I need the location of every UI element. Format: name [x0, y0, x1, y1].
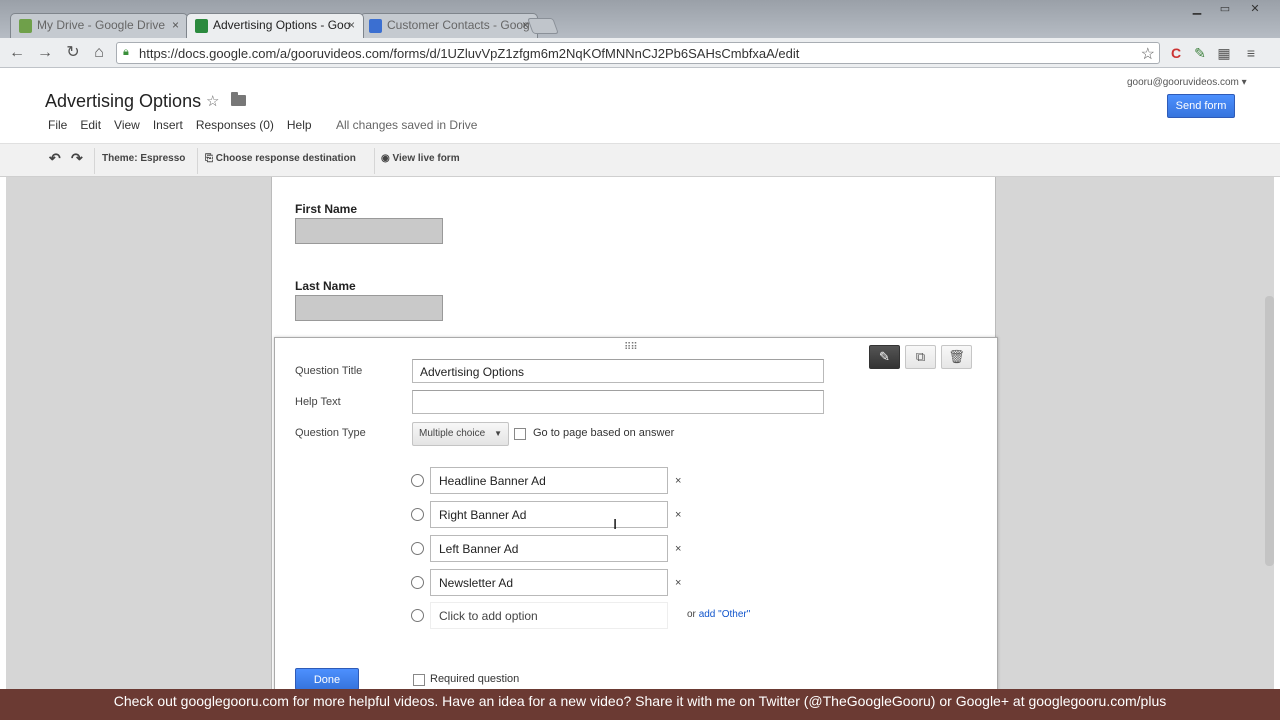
address-bar[interactable]: 🔒︎ https://docs.google.com/a/gooruvideos…: [116, 42, 1160, 64]
destination-icon: ⎘: [205, 153, 216, 164]
star-icon[interactable]: ☆: [206, 92, 219, 110]
undo-icon[interactable]: ↶: [49, 150, 61, 167]
toolbar-divider: [94, 148, 95, 174]
menu-bar: File Edit View Insert Responses (0) Help: [48, 118, 325, 134]
required-label: Required question: [430, 673, 520, 685]
view-live-form-button[interactable]: ◉ View live form: [381, 153, 460, 164]
vertical-scrollbar[interactable]: [1265, 296, 1274, 566]
tab-title: My Drive - Google Drive: [37, 18, 166, 32]
wrench-menu-icon[interactable]: ≡: [1240, 44, 1262, 64]
paint-extension-icon[interactable]: ✎: [1190, 44, 1210, 64]
docs-icon: [369, 19, 382, 33]
option-input[interactable]: Left Banner Ad: [430, 535, 668, 562]
window-close-icon[interactable]: ✕: [1242, 2, 1268, 16]
goto-page-checkbox[interactable]: [514, 428, 526, 440]
save-status: All changes saved in Drive: [336, 118, 478, 132]
maximize-icon[interactable]: ▭: [1212, 2, 1238, 16]
redo-icon[interactable]: ↷: [71, 150, 83, 167]
menu-responses[interactable]: Responses (0): [196, 118, 274, 134]
live-form-icon: ◉: [381, 153, 393, 164]
trash-icon[interactable]: 🗑︎: [941, 345, 972, 369]
question-type-label: Question Type: [295, 427, 366, 439]
duplicate-icon[interactable]: ⧉: [905, 345, 936, 369]
home-icon[interactable]: ⌂: [88, 43, 110, 63]
minimize-icon[interactable]: ▁: [1184, 2, 1210, 16]
toolbar-divider: [197, 148, 198, 174]
done-button[interactable]: Done: [295, 668, 359, 690]
tab-title: Customer Contacts - Goog: [387, 18, 530, 32]
menu-help[interactable]: Help: [287, 118, 312, 134]
url-text: https://docs.google.com/a/gooruvideos.co…: [139, 46, 800, 61]
account-email[interactable]: gooru@gooruvideos.com ▾: [1127, 77, 1247, 88]
close-icon[interactable]: ×: [172, 18, 179, 32]
drive-icon: [19, 19, 32, 33]
text-cursor-icon: I: [613, 516, 618, 533]
send-form-button[interactable]: Send form: [1167, 94, 1235, 118]
remove-option-icon[interactable]: ×: [675, 475, 681, 487]
question-label-last-name: Last Name: [295, 279, 356, 293]
bookmark-star-icon[interactable]: ☆: [1141, 44, 1155, 63]
response-destination-button[interactable]: ⎘ Choose response destination: [205, 153, 356, 164]
answer-preview-first-name[interactable]: [295, 218, 443, 244]
tab-my-drive[interactable]: My Drive - Google Drive ×: [10, 13, 188, 38]
destination-label: Choose response destination: [215, 153, 356, 164]
menu-edit[interactable]: Edit: [80, 118, 101, 134]
add-other-prefix: or: [687, 609, 696, 620]
menu-file[interactable]: File: [48, 118, 67, 134]
tab-title: Advertising Options - Goo: [213, 18, 351, 32]
close-icon[interactable]: ×: [348, 18, 355, 32]
help-text-label: Help Text: [295, 396, 341, 408]
answer-preview-last-name[interactable]: [295, 295, 443, 321]
new-tab-button[interactable]: [527, 18, 559, 34]
remove-option-icon[interactable]: ×: [675, 509, 681, 521]
theme-button[interactable]: Theme: Espresso: [102, 153, 185, 164]
document-title[interactable]: Advertising Options: [45, 91, 201, 112]
toolbar-divider: [374, 148, 375, 174]
help-text-input[interactable]: [412, 390, 824, 414]
add-other-container: or add "Other": [687, 609, 750, 620]
back-icon[interactable]: ←: [6, 43, 28, 63]
reload-icon[interactable]: ↻: [62, 43, 84, 63]
option-radio: [411, 508, 424, 521]
option-radio: [411, 474, 424, 487]
option-radio: [411, 609, 424, 622]
option-radio: [411, 576, 424, 589]
option-input[interactable]: Right Banner Ad: [430, 501, 668, 528]
menu-insert[interactable]: Insert: [153, 118, 183, 134]
add-other-link[interactable]: add "Other": [699, 609, 751, 620]
option-input[interactable]: Newsletter Ad: [430, 569, 668, 596]
forms-icon: [195, 19, 208, 33]
question-type-select[interactable]: Multiple choice ▼: [412, 422, 509, 446]
folder-icon[interactable]: [231, 92, 246, 106]
edit-icon[interactable]: ✎: [869, 345, 900, 369]
drag-handle-icon[interactable]: ⠿⠿: [624, 342, 638, 353]
menu-view[interactable]: View: [114, 118, 140, 134]
view-live-label: View live form: [392, 153, 460, 164]
extension-icon[interactable]: C: [1166, 44, 1186, 64]
remove-option-icon[interactable]: ×: [675, 577, 681, 589]
required-checkbox[interactable]: [413, 674, 425, 686]
video-caption-banner: Check out googlegooru.com for more helpf…: [0, 689, 1280, 720]
browser-tab-bar: My Drive - Google Drive × Advertising Op…: [0, 0, 1280, 38]
question-label-first-name: First Name: [295, 202, 358, 216]
lock-icon: 🔒︎: [123, 46, 129, 58]
remove-option-icon[interactable]: ×: [675, 543, 681, 555]
tab-advertising-options[interactable]: Advertising Options - Goo ×: [186, 13, 364, 38]
goto-page-label: Go to page based on answer: [533, 427, 675, 439]
question-title-input[interactable]: Advertising Options: [412, 359, 824, 383]
forward-icon[interactable]: →: [34, 43, 56, 63]
edit-toolbar: ↶ ↷ Theme: Espresso ⎘ Choose response de…: [0, 143, 1280, 177]
add-option-input[interactable]: Click to add option: [430, 602, 668, 629]
browser-toolbar: ← → ↻ ⌂ 🔒︎ https://docs.google.com/a/goo…: [0, 38, 1280, 68]
option-input[interactable]: Headline Banner Ad: [430, 467, 668, 494]
question-type-value: Multiple choice: [419, 428, 486, 439]
tab-customer-contacts[interactable]: Customer Contacts - Goog ×: [360, 13, 538, 38]
option-radio: [411, 542, 424, 555]
extension-icon-2[interactable]: ▦: [1214, 44, 1234, 64]
chevron-down-icon: ▼: [494, 429, 502, 438]
question-title-label: Question Title: [295, 365, 363, 377]
